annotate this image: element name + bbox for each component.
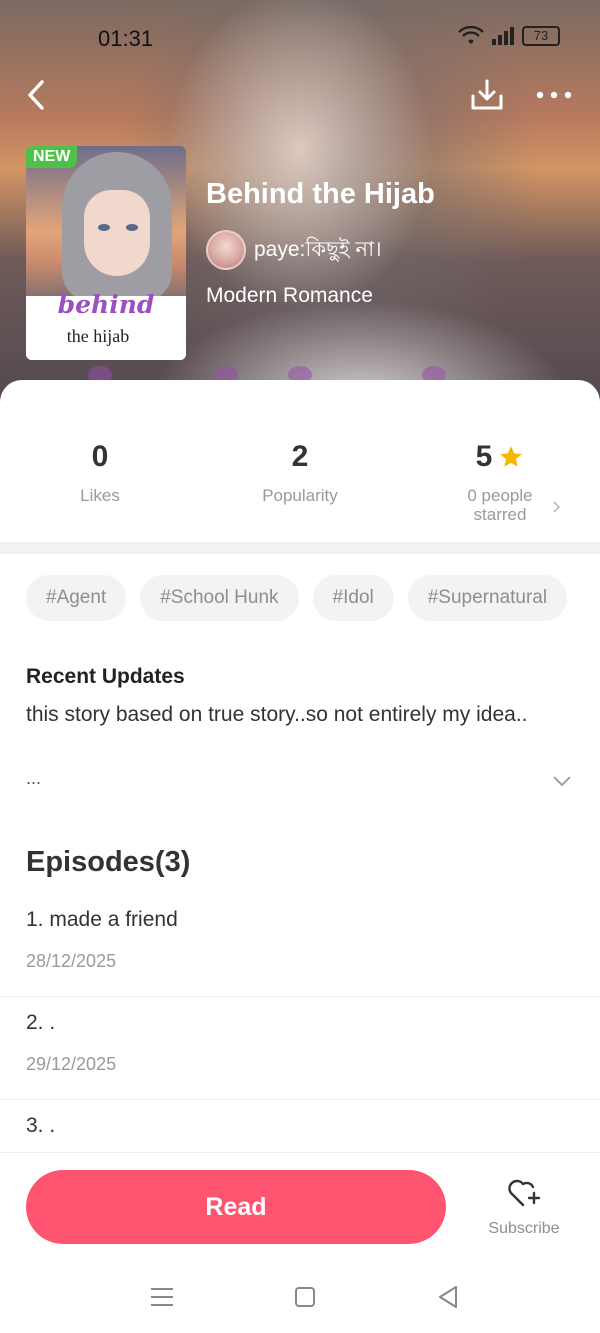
stat-value: 2: [291, 440, 309, 473]
genre-label[interactable]: Modern Romance: [206, 284, 373, 308]
stat-value: 0: [91, 440, 109, 473]
bottom-action-bar: Read Subscribe: [0, 1152, 600, 1262]
episode-title: 3. .: [26, 1114, 56, 1137]
cover-subtitle: the hijab: [66, 326, 130, 346]
cover-title: behind: [57, 290, 155, 319]
book-cover[interactable]: behind the hijab: [26, 146, 186, 360]
new-badge: NEW: [26, 146, 78, 168]
tag-chip[interactable]: #Agent: [26, 575, 127, 621]
chevron-down-icon[interactable]: [552, 775, 572, 787]
status-time: 01:31: [98, 26, 154, 51]
back-icon[interactable]: [20, 78, 54, 112]
stat-likes: 0 Likes: [0, 440, 200, 505]
more-icon[interactable]: [534, 78, 574, 112]
stat-label: Likes: [80, 486, 120, 505]
wifi-icon: [458, 26, 484, 44]
stat-popularity: 2 Popularity: [200, 440, 400, 505]
back-triangle-icon[interactable]: [434, 1282, 464, 1312]
rating-value-row: 5: [476, 440, 525, 474]
section-divider: [0, 542, 600, 554]
recent-updates-text: this story based on true story..so not e…: [26, 703, 528, 726]
episodes-title: Episodes(3): [26, 846, 191, 878]
episode-title: 1. made a friend: [26, 908, 178, 931]
star-icon: [500, 446, 523, 467]
episode-date: 29/12/2025: [26, 1054, 117, 1074]
author-row[interactable]: paye:কিছুই না।: [206, 230, 382, 270]
subscribe-button[interactable]: Subscribe: [472, 1177, 576, 1238]
tag-chip[interactable]: #School Hunk: [140, 575, 299, 621]
tag-chip[interactable]: #Idol: [312, 575, 394, 621]
status-icons: 73: [458, 26, 560, 46]
heart-plus-icon: [508, 1179, 541, 1207]
episode-title: 2. .: [26, 1011, 56, 1034]
recent-updates-ellipsis: ...: [26, 768, 42, 788]
signal-icon: [492, 27, 514, 45]
stat-value: 5: [475, 440, 493, 473]
cover-art-eye: [98, 224, 110, 231]
read-button[interactable]: Read: [26, 1170, 446, 1244]
episode-row[interactable]: 1. made a friend 28/12/2025: [0, 894, 600, 997]
chevron-right-icon[interactable]: [552, 500, 562, 514]
stat-label: Popularity: [262, 486, 338, 505]
cover-art-face: [84, 190, 150, 276]
subscribe-label: Subscribe: [488, 1220, 560, 1237]
stat-label: 0 people starred: [467, 486, 533, 524]
recent-updates-title: Recent Updates: [26, 665, 185, 688]
battery-icon: 73: [522, 26, 560, 46]
author-name[interactable]: paye:কিছুই না।: [254, 233, 382, 268]
system-nav-bar: [0, 1262, 600, 1333]
stat-rating[interactable]: 5 0 people starred: [400, 440, 600, 524]
book-title: Behind the Hijab: [206, 178, 435, 210]
tag-list: #Agent #School Hunk #Idol #Supernatural: [26, 575, 568, 621]
author-avatar[interactable]: [206, 230, 246, 270]
menu-icon[interactable]: [147, 1282, 177, 1312]
cover-art-eye: [126, 224, 138, 231]
home-icon[interactable]: [290, 1282, 320, 1312]
download-icon[interactable]: [470, 78, 504, 112]
episode-date: 28/12/2025: [26, 951, 117, 971]
episode-row[interactable]: 2. . 29/12/2025: [0, 997, 600, 1100]
tag-chip[interactable]: #Supernatural: [407, 575, 568, 621]
